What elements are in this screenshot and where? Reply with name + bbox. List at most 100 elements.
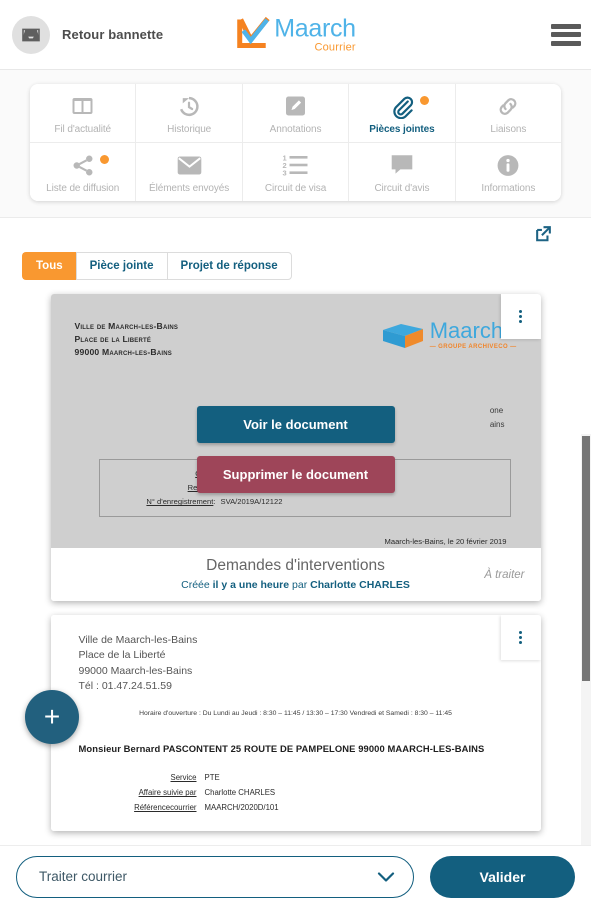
document-preview[interactable]: Ville de Maarch-les-Bains Place de la Li… [50,294,541,548]
letter-field: Affaire suivie par Charlotte CHARLES [79,785,513,800]
tab-informations[interactable]: Informations [455,143,561,201]
tab-liste-de-diffusion[interactable]: Liste de diffusion [30,143,137,201]
letter-content: Ville de Maarch-les-Bains Place de la Li… [51,615,541,831]
tab-label: Circuit d'avis [374,183,430,194]
sender-line: Ville de Maarch-les-Bains [78,634,198,647]
tab-label: Historique [167,124,212,135]
link-icon [495,92,521,120]
tab-circuit-davis[interactable]: Circuit d'avis [349,143,456,201]
attachments-panel: Tous Pièce jointe Projet de réponse Vill… [0,217,591,899]
meta-prefix: Créée [181,579,210,592]
attachment-card[interactable]: Ville de Maarch-les-Bains Place de la Li… [50,294,541,602]
field-key: Affaire suivie par [138,788,197,798]
tab-pieces-jointes[interactable]: Pièces jointes [349,84,456,142]
field-key: Service [170,773,197,783]
tab-liaisons[interactable]: Liaisons [455,84,561,142]
tab-row-1: Fil d'actualité Historique Annotations P… [30,84,561,143]
meta-join: par [292,579,308,592]
meta-author: Charlotte CHARLES [310,579,410,592]
letter-fields: Service PTE Affaire suivie par Charlotte… [79,770,513,831]
meta-time: il y a une heure [212,579,290,592]
preview-actions: Voir le document Supprimer le document [51,406,541,493]
attachment-title: Demandes d'interventions [206,557,385,574]
tab-historique[interactable]: Historique [136,84,243,142]
scrollbar-thumb[interactable] [582,436,590,681]
hamburger-bar [551,23,581,29]
back-to-inbox-label: Retour bannette [62,27,164,42]
plus-icon: + [43,701,61,732]
share-icon [70,151,96,179]
tab-elements-envoyes[interactable]: Éléments envoyés [136,143,243,201]
attachment-card-footer: Demandes d'interventions Créée il y a un… [50,548,541,602]
field-key: N° d'enregistrement [146,497,214,507]
paperclip-icon [389,92,415,120]
columns-icon [70,92,95,120]
logo-tagline: Courrier [314,41,356,53]
more-vertical-icon[interactable] [500,615,541,661]
field-key: Objet [79,828,197,832]
validate-button[interactable]: Valider [430,855,575,898]
history-icon [176,92,202,120]
field-key: Référencecourrier [134,803,197,813]
filter-chip-tous[interactable]: Tous [22,252,76,280]
hamburger-bar [551,40,581,46]
filter-chip-projet-de-reponse[interactable]: Projet de réponse [166,252,292,280]
hamburger-bar [551,32,581,37]
view-document-button[interactable]: Voir le document [196,406,395,443]
action-bar: Traiter courrier Valider [0,845,591,907]
comment-icon [389,151,415,179]
panel-toolbar [0,218,591,248]
letter-field: Référencecourrier MAARCH/2020D/101 [79,800,513,815]
status-badge: À traiter [484,568,525,581]
tab-annotations[interactable]: Annotations [242,84,350,142]
sender-line: 99000 Maarch-les-Bains [78,664,193,677]
attachment-card[interactable]: Ville de Maarch-les-Bains Place de la Li… [50,615,541,832]
app-header: Retour bannette Maarch Courrier [0,0,591,70]
field-value: Charlotte CHARLES [204,788,276,798]
tab-badge-dot [419,96,429,105]
tab-label: Circuit de visa [264,183,327,194]
field-value: MAARCH/2020D/101 [204,803,279,813]
tab-fil-dactualite[interactable]: Fil d'actualité [30,84,137,142]
ordered-list-icon: 1 2 3 [282,151,309,179]
open-in-new-icon[interactable] [534,224,553,243]
action-select[interactable]: Traiter courrier [16,855,414,898]
more-vertical-icon[interactable] [500,294,541,339]
add-attachment-fab[interactable]: + [25,690,79,744]
inbox-icon [12,15,50,54]
back-to-inbox-button[interactable]: Retour bannette [12,15,164,54]
tab-label: Annotations [269,124,322,135]
letterhead-logo-group: — GROUPE ARCHIVECO — [429,344,517,350]
action-select-value: Traiter courrier [39,869,128,884]
filter-chip-piece-jointe[interactable]: Pièce jointe [75,252,167,280]
opening-hours: Horaire d'ouverture : Du Lundi au Jeudi … [139,710,452,718]
attachment-filter-group: Tous Pièce jointe Projet de réponse [22,252,591,280]
field-value: Demandes d'interventions [205,828,295,832]
envelope-icon [176,151,203,179]
svg-text:3: 3 [283,169,287,178]
sender-address: Ville de Maarch-les-Bains Place de la Li… [79,633,513,694]
letterhead-logo: Maarch — GROUPE ARCHIVECO — [381,320,517,350]
document-preview[interactable]: Ville de Maarch-les-Bains Place de la Li… [50,615,541,832]
info-circle-icon [495,151,521,179]
field-value: SVA/2019A/12122 [220,497,283,507]
letter-field: Service PTE [79,770,513,785]
archiveco-box-icon [382,324,423,348]
content-scrollbar[interactable] [581,434,591,899]
hamburger-menu-icon[interactable] [551,23,581,46]
recipient-line: Monsieur Bernard PASCONTENT 25 ROUTE DE … [78,743,485,755]
sender-line: Place de la Liberté [78,649,166,662]
delete-document-button[interactable]: Supprimer le document [196,456,395,493]
letter-field: Objet Demandes d'interventions [79,828,513,832]
sender-line: Tél : 01.47.24.51.59 [78,679,172,692]
tab-circuit-de-visa[interactable]: 1 2 3 Circuit de visa [242,143,350,201]
logo-wordmark: Maarch [274,14,356,42]
tab-label: Informations [481,183,536,194]
pencil-square-icon [283,92,308,120]
tab-label: Éléments envoyés [149,183,230,194]
tab-badge-dot [100,155,110,164]
field-value: PTE [204,773,220,783]
tab-label: Pièces jointes [369,124,435,135]
tab-row-2: Liste de diffusion Éléments envoyés 1 2 … [30,143,561,201]
maarch-logo: Maarch Courrier [235,16,356,53]
